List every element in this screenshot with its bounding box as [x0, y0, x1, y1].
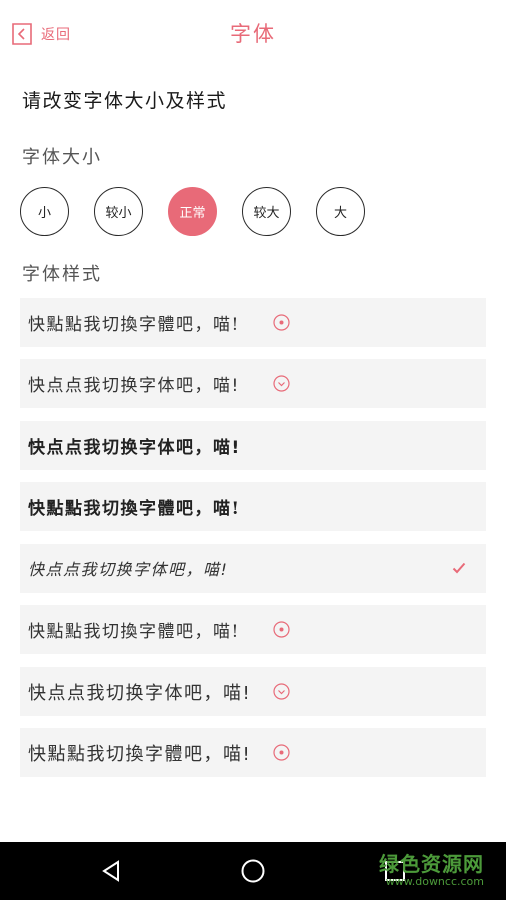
font-style-sample: 快點點我切換字體吧，喵! — [28, 315, 240, 335]
system-navigation-bar: 绿色资源网 www.downcc.com — [0, 842, 506, 900]
font-style-item-selected[interactable]: 快点点我切换字体吧，喵! — [20, 544, 486, 593]
font-style-item[interactable]: 快點點我切換字體吧，喵! — [20, 605, 486, 654]
size-option-large[interactable]: 大 — [316, 187, 365, 236]
home-circle-icon — [241, 859, 265, 883]
font-style-item[interactable]: 快点点我切换字体吧，喵! — [20, 359, 486, 408]
page-title: 字体 — [230, 22, 276, 46]
font-style-item[interactable]: 快點點我切換字體吧，喵! — [20, 298, 486, 347]
app-header: 返回 字体 — [0, 0, 506, 68]
font-style-sample: 快點點我切換字體吧，喵! — [28, 499, 241, 519]
download-circle-icon[interactable] — [273, 683, 290, 700]
download-circle-icon[interactable] — [273, 621, 290, 638]
recents-square-icon — [385, 861, 405, 881]
font-style-item[interactable]: 快点点我切换字体吧，喵! — [20, 667, 486, 716]
font-style-sample: 快点点我切换字体吧，喵! — [28, 683, 252, 704]
font-style-sample: 快点点我切换字体吧，喵! — [28, 560, 229, 579]
download-circle-icon[interactable] — [273, 314, 290, 331]
font-style-label: 字体样式 — [22, 264, 102, 285]
download-circle-icon[interactable] — [273, 375, 290, 392]
font-size-options: 小 较小 正常 较大 大 — [20, 187, 490, 237]
download-circle-icon[interactable] — [273, 744, 290, 761]
font-style-sample: 快點點我切換字體吧，喵! — [28, 744, 252, 765]
nav-home-button[interactable] — [238, 856, 268, 886]
font-style-item[interactable]: 快点点我切换字体吧，喵! — [20, 421, 486, 470]
instruction-text: 请改变字体大小及样式 — [22, 90, 228, 112]
font-style-sample: 快点点我切换字体吧，喵! — [28, 438, 241, 458]
font-style-sample: 快点点我切换字体吧，喵! — [28, 376, 240, 396]
font-style-sample: 快點點我切換字體吧，喵! — [28, 622, 240, 642]
font-style-item[interactable]: 快點點我切換字體吧，喵! — [20, 728, 486, 777]
size-option-normal[interactable]: 正常 — [168, 187, 217, 236]
size-option-smaller[interactable]: 较小 — [94, 187, 143, 236]
font-size-label: 字体大小 — [22, 147, 102, 168]
nav-recents-button[interactable] — [380, 856, 410, 886]
font-style-item[interactable]: 快點點我切換字體吧，喵! — [20, 482, 486, 531]
check-icon — [452, 562, 466, 574]
size-option-small[interactable]: 小 — [20, 187, 69, 236]
size-option-larger[interactable]: 较大 — [242, 187, 291, 236]
back-triangle-icon — [102, 860, 119, 882]
nav-back-button[interactable] — [96, 856, 126, 886]
